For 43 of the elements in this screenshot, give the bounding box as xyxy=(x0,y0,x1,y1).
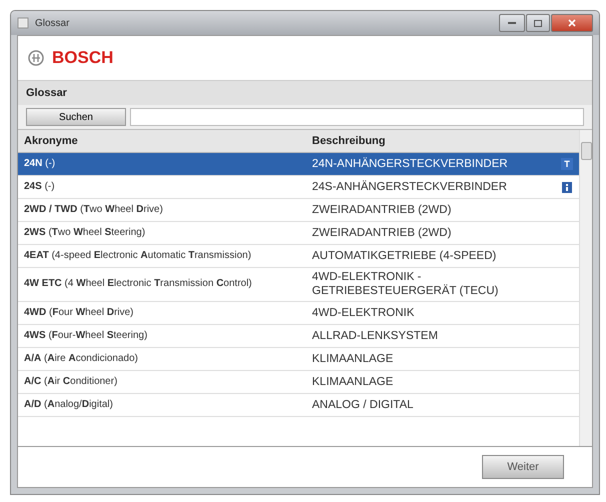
description-cell-text: 4WD-ELEKTRONIK - GETRIEBESTEUERGERÄT (TECU) xyxy=(311,270,500,300)
minimize-icon xyxy=(508,22,516,24)
acronym-cell-text: 4WD (Four Wheel Drive) xyxy=(23,306,135,320)
description-cell-text: 24N-ANHÄNGERSTECKVERBINDER xyxy=(311,156,509,172)
description-cell-text: KLIMAANLAGE xyxy=(311,352,394,367)
app-icon xyxy=(17,17,29,29)
acronym-cell-text: 4W ETC (4 Wheel Electronic Transmission Control) xyxy=(23,277,253,292)
maximize-button[interactable] xyxy=(526,14,550,32)
description-cell-text: AUTOMATIKGETRIEBE (4-SPEED) xyxy=(311,248,498,264)
acronym-cell-text: A/A (Aire Acondicionado) xyxy=(23,352,139,366)
scroll-thumb[interactable] xyxy=(580,142,592,160)
acronym-cell-text: A/D (Analog/Digital) xyxy=(23,398,114,412)
next-button[interactable]: Weiter xyxy=(482,455,564,479)
acronym-cell-text: A/C (Air Conditioner) xyxy=(23,374,118,388)
description-cell-text: KLIMAANLAGE xyxy=(311,374,394,390)
column-header: Akronyme xyxy=(23,134,79,149)
window-title: Glossar xyxy=(35,18,70,28)
acronym-cell-text: 4WS (Four-Wheel Steering) xyxy=(23,328,148,342)
table-row[interactable]: 24N (-) 24N-ANHÄNGERSTECKVERBINDER T xyxy=(18,153,579,176)
acronym-cell-text: 24S (-) xyxy=(23,180,56,194)
search-button[interactable]: Suchen xyxy=(26,108,126,126)
description-cell-text: ANALOG / DIGITAL xyxy=(311,398,414,413)
acronym-cell-text: 4EAT (4-speed Electronic Automatic Transmission) xyxy=(23,248,252,263)
description-cell-text: 4WD-ELEKTRONIK xyxy=(311,306,416,321)
brand-name: BOSCH xyxy=(52,48,114,68)
description-cell-text: ZWEIRADANTRIEB (2WD) xyxy=(311,226,452,241)
description-cell-text: ZWEIRADANTRIEB (2WD) xyxy=(311,202,452,218)
close-icon xyxy=(568,19,576,27)
search-field[interactable] xyxy=(130,108,584,126)
acronym-cell-text: 24N (-) xyxy=(23,156,56,171)
scrollbar[interactable] xyxy=(579,130,592,446)
logo-icon xyxy=(28,50,44,66)
description-cell-text: 24S-ANHÄNGERSTECKVERBINDER xyxy=(311,179,508,195)
marker-badge: T xyxy=(561,158,573,170)
section-title: Glossar xyxy=(18,81,592,105)
description-cell-text: ALLRAD-LENKSYSTEM xyxy=(311,328,439,344)
column-header: Beschreibung xyxy=(311,134,386,149)
maximize-icon xyxy=(534,20,542,26)
close-button[interactable] xyxy=(551,14,593,32)
acronym-cell-text: 2WS (Two Wheel Steering) xyxy=(23,226,146,240)
minimize-button[interactable] xyxy=(499,14,525,32)
acronym-cell-text: 2WD / TWD (Two Wheel Drive) xyxy=(23,202,164,217)
info-icon xyxy=(562,182,572,192)
